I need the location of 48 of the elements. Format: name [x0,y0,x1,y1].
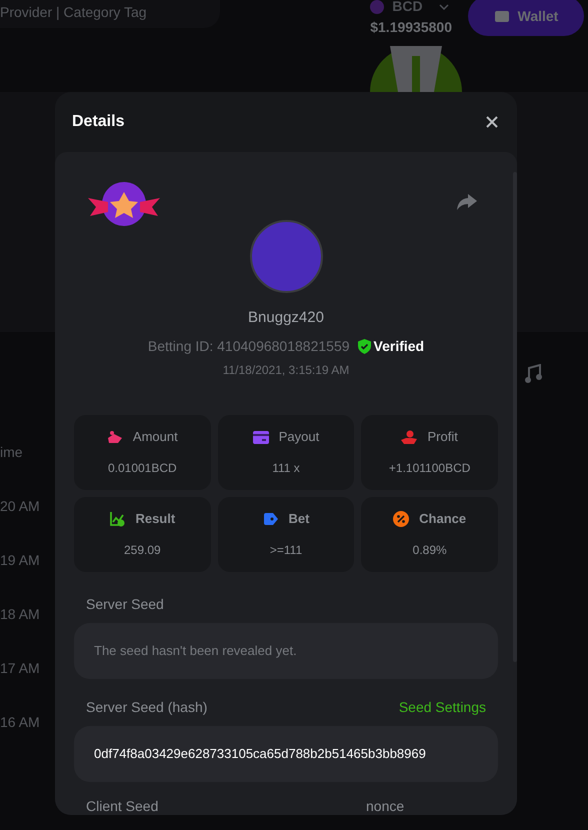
close-button[interactable] [484,114,500,130]
search-bar[interactable]: Provider | Category Tag [0,0,220,28]
close-icon [486,116,498,128]
stat-value: 0.89% [412,542,447,559]
balance: $1.19935800 [370,18,452,37]
currency-select[interactable]: BCD [392,0,423,17]
betting-id: Betting ID: 41040968018821559 [148,336,350,356]
stat-value: 0.01001BCD [108,460,177,477]
stat-label: Bet [288,510,310,528]
server-seed-hash-field[interactable]: 0df74f8a03429e628733105ca65d788b2b51465b3bb8969 [74,726,498,782]
time-text: 19 AM [0,551,40,570]
stat-label: Profit [427,428,458,446]
hand-coin-icon [106,430,123,444]
tag-icon [262,512,279,526]
username: Bnuggz420 [248,308,324,328]
field-label: nonce [366,796,406,815]
modal-title: Details [72,112,124,132]
field-label: Client Seed [86,796,160,815]
stat-value: +1.101100BCD [388,460,470,477]
share-icon[interactable] [456,193,478,211]
stat-value: 111 x [272,460,300,477]
stat-label: Chance [419,510,466,528]
stat-label: Amount [132,428,178,446]
verified-label: Verified [374,336,424,356]
wallet-button[interactable]: Wallet [468,0,584,36]
stat-label: Payout [278,428,320,446]
music-note-icon [524,364,542,384]
wallet-icon [494,9,510,23]
column-header: ime [0,443,23,462]
stat-label: Result [135,510,176,528]
server-seed-field[interactable]: The seed hasn't been revealed yet. [74,622,498,678]
time-text: 18 AM [0,605,40,624]
bet-date: 11/18/2021, 3:15:19 AM [222,362,350,378]
chevron-icon [438,4,449,10]
field-label: Server Seed (hash) [86,698,208,717]
percent-icon [393,511,410,527]
hand-person-icon [401,430,418,444]
card-icon [252,430,269,444]
coin-icon [370,0,384,14]
time-text: 17 AM [0,659,40,678]
search-text: Provider | Category Tag [0,2,147,22]
stat-value: >=111 [270,542,302,559]
time-text: 20 AM [0,497,40,516]
field-label: Server Seed [86,594,165,614]
seed-settings-link[interactable]: Seed Settings [398,696,486,718]
time-text: 16 AM [0,713,40,732]
chart-check-icon [109,511,126,527]
stat-value: 259.09 [124,542,161,559]
